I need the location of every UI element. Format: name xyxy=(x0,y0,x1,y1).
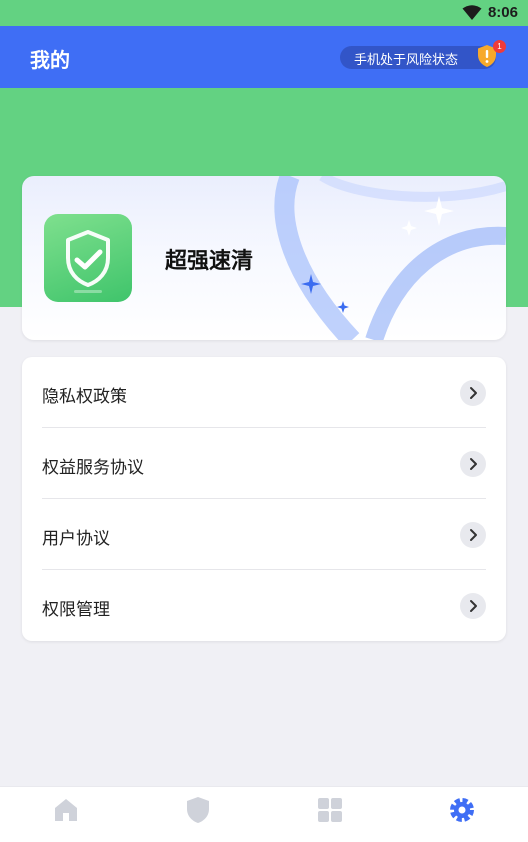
chevron-right-icon xyxy=(460,522,486,548)
status-time: 8:06 xyxy=(487,4,518,21)
grid-icon[interactable] xyxy=(315,795,345,825)
menu-item-label: 隐私权政策 xyxy=(42,387,127,407)
menu-item-benefits-agreement[interactable]: 权益服务协议 xyxy=(22,428,506,499)
menu-item-label: 权益服务协议 xyxy=(42,458,144,478)
risk-status-button[interactable]: 手机处于风险状态 xyxy=(340,46,496,69)
app-name: 超强速清 xyxy=(165,249,254,274)
sparkle-icon xyxy=(401,220,417,236)
shield-icon[interactable] xyxy=(183,795,213,825)
chevron-right-icon xyxy=(460,593,486,619)
app-header: 我的 手机处于风险状态 xyxy=(0,26,528,88)
page-title: 我的 xyxy=(30,48,70,72)
app-hero-card: 超强速清 xyxy=(22,176,506,340)
menu-item-label: 权限管理 xyxy=(42,600,110,620)
menu-item-user-agreement[interactable]: 用户协议 xyxy=(22,499,506,570)
bottom-tab-bar xyxy=(0,786,528,842)
risk-status-label: 手机处于风险状态 xyxy=(354,53,459,68)
status-bar: 8:06 xyxy=(0,0,528,26)
chevron-right-icon xyxy=(460,451,486,477)
wifi-icon xyxy=(462,4,482,20)
chevron-right-icon xyxy=(460,380,486,406)
settings-menu: 隐私权政策 权益服务协议 用户协议 权限管理 xyxy=(22,357,506,641)
shield-check-icon xyxy=(66,230,110,293)
home-icon[interactable] xyxy=(51,795,81,825)
status-indicators: 8:06 xyxy=(462,4,518,21)
menu-item-privacy-policy[interactable]: 隐私权政策 xyxy=(22,357,506,428)
risk-count-badge: 1 xyxy=(493,40,506,53)
menu-item-permission-management[interactable]: 权限管理 xyxy=(22,570,506,641)
menu-item-label: 用户协议 xyxy=(42,529,110,549)
gear-icon[interactable] xyxy=(447,795,477,825)
app-logo xyxy=(44,214,132,302)
